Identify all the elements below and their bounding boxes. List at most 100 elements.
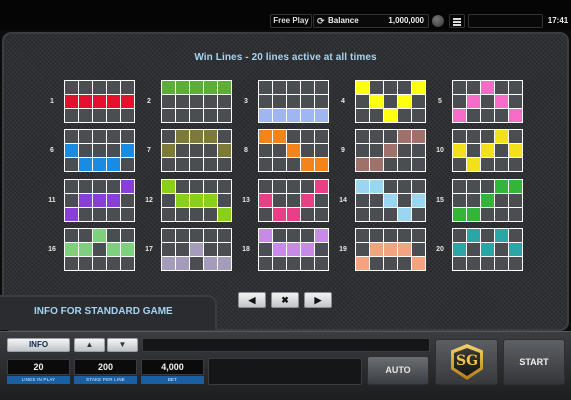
win-line-cell-active bbox=[273, 130, 286, 143]
win-line-cell bbox=[93, 257, 106, 270]
prev-page-button[interactable]: ◀ bbox=[238, 292, 266, 308]
win-line-cell bbox=[93, 130, 106, 143]
win-line-cell bbox=[190, 208, 203, 221]
win-line-cell bbox=[495, 144, 508, 157]
decrease-button[interactable]: ▼ bbox=[107, 338, 138, 352]
win-line-cell bbox=[356, 95, 369, 108]
win-line-number: 10 bbox=[436, 147, 444, 154]
win-line-cell bbox=[65, 109, 78, 122]
win-line-cell bbox=[190, 257, 203, 270]
win-line-cell bbox=[453, 81, 466, 94]
start-button[interactable]: START bbox=[503, 339, 565, 385]
win-line-cell-active bbox=[190, 81, 203, 94]
win-line-cell bbox=[259, 144, 272, 157]
win-line-cell bbox=[273, 180, 286, 193]
win-line-cell-active bbox=[467, 95, 480, 108]
win-line-cell bbox=[495, 158, 508, 171]
win-line-cell-active bbox=[384, 243, 397, 256]
win-line-cell bbox=[107, 229, 120, 242]
win-line-cell bbox=[370, 144, 383, 157]
win-line-cell bbox=[107, 180, 120, 193]
win-line-cell-active bbox=[107, 95, 120, 108]
win-line-cell-active bbox=[65, 208, 78, 221]
win-line-cell bbox=[467, 180, 480, 193]
win-line-cell bbox=[287, 95, 300, 108]
win-line-cell-active bbox=[481, 194, 494, 207]
win-line-cell bbox=[107, 208, 120, 221]
refresh-icon[interactable]: ⟳ bbox=[317, 15, 325, 27]
win-line-cell-active bbox=[162, 180, 175, 193]
win-line-cell-active bbox=[481, 81, 494, 94]
win-line-cell-active bbox=[370, 180, 383, 193]
increase-button[interactable]: ▲ bbox=[74, 338, 105, 352]
bet-value: 4,000 bbox=[141, 359, 204, 375]
win-line-number: 3 bbox=[244, 98, 248, 105]
close-info-button[interactable]: ✖ bbox=[271, 292, 299, 308]
win-line-cell bbox=[301, 257, 314, 270]
win-line-cell bbox=[495, 257, 508, 270]
win-line-cell-active bbox=[287, 208, 300, 221]
win-line-item: 13 bbox=[236, 178, 329, 223]
menu-button[interactable] bbox=[449, 14, 465, 28]
win-line-item: 7 bbox=[139, 128, 232, 173]
win-line-cell bbox=[259, 81, 272, 94]
win-line-cell bbox=[384, 208, 397, 221]
win-line-cell bbox=[79, 81, 92, 94]
win-line-cell-active bbox=[509, 109, 522, 122]
win-line-cell bbox=[453, 130, 466, 143]
win-line-cell bbox=[176, 180, 189, 193]
win-line-cell-active bbox=[356, 158, 369, 171]
win-line-cell bbox=[384, 130, 397, 143]
win-line-cell bbox=[370, 257, 383, 270]
win-line-pattern bbox=[452, 179, 523, 222]
win-line-cell bbox=[481, 208, 494, 221]
message-bar bbox=[142, 338, 430, 352]
win-line-cell-active bbox=[398, 243, 411, 256]
win-line-number: 1 bbox=[50, 98, 54, 105]
balance-box: ⟳ Balance 1,000,000 bbox=[313, 14, 429, 28]
win-line-cell bbox=[356, 109, 369, 122]
win-line-item: 20 bbox=[430, 227, 523, 272]
win-line-cell bbox=[384, 229, 397, 242]
win-line-item: 19 bbox=[333, 227, 426, 272]
win-line-cell bbox=[65, 257, 78, 270]
win-line-cell bbox=[356, 144, 369, 157]
win-line-cell bbox=[453, 257, 466, 270]
win-line-cell bbox=[107, 130, 120, 143]
win-line-cell bbox=[273, 194, 286, 207]
win-line-cell-active bbox=[301, 109, 314, 122]
win-line-cell bbox=[176, 109, 189, 122]
win-line-cell bbox=[481, 158, 494, 171]
win-line-cell bbox=[204, 180, 217, 193]
auto-button[interactable]: AUTO bbox=[367, 356, 429, 385]
win-line-cell bbox=[495, 194, 508, 207]
win-line-number: 9 bbox=[341, 147, 345, 154]
win-line-cell bbox=[315, 257, 328, 270]
win-line-cell-active bbox=[398, 130, 411, 143]
win-line-cell bbox=[495, 81, 508, 94]
win-line-cell bbox=[218, 95, 231, 108]
win-line-number: 16 bbox=[48, 246, 56, 253]
win-line-pattern bbox=[355, 80, 426, 123]
win-line-cell bbox=[65, 180, 78, 193]
sg-logo-button[interactable]: SG bbox=[435, 339, 498, 385]
sound-toggle-icon[interactable] bbox=[432, 15, 444, 27]
win-line-cell-active bbox=[384, 194, 397, 207]
win-line-cell bbox=[273, 229, 286, 242]
win-line-cell bbox=[509, 130, 522, 143]
win-line-cell bbox=[65, 229, 78, 242]
next-page-button[interactable]: ▶ bbox=[304, 292, 332, 308]
win-line-number: 4 bbox=[341, 98, 345, 105]
win-line-cell-active bbox=[287, 144, 300, 157]
info-button[interactable]: INFO bbox=[7, 338, 70, 352]
win-line-cell-active bbox=[93, 95, 106, 108]
win-line-cell bbox=[204, 109, 217, 122]
win-line-cell bbox=[93, 109, 106, 122]
win-line-pattern bbox=[258, 228, 329, 271]
win-line-cell bbox=[398, 109, 411, 122]
win-line-cell-active bbox=[79, 243, 92, 256]
win-line-cell bbox=[204, 208, 217, 221]
win-line-cell-active bbox=[121, 95, 134, 108]
win-line-cell bbox=[412, 243, 425, 256]
win-line-cell bbox=[65, 158, 78, 171]
